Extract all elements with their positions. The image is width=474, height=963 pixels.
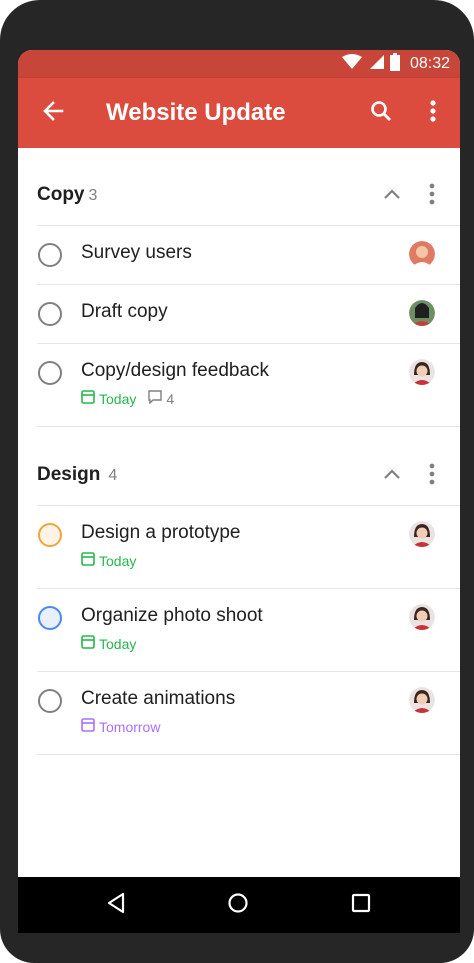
task-item[interactable]: Design a prototype Today xyxy=(18,506,460,588)
section-header-copy[interactable]: Copy 3 xyxy=(18,148,460,224)
task-item[interactable]: Draft copy xyxy=(18,285,460,343)
nav-home-icon xyxy=(227,892,249,919)
status-time: 08:32 xyxy=(409,55,450,72)
overflow-menu-button[interactable] xyxy=(416,96,450,130)
search-icon xyxy=(370,100,392,127)
section-name: Copy xyxy=(37,184,85,205)
status-bar: 08:32 xyxy=(18,50,460,78)
system-navigation-bar xyxy=(18,877,460,933)
avatar[interactable] xyxy=(409,521,435,547)
phone-screen: 08:32 Website Update Copy 3 Survey users… xyxy=(18,50,460,933)
task-meta: Tomorrow xyxy=(81,718,160,735)
task-checkbox[interactable] xyxy=(38,302,62,326)
task-name: Survey users xyxy=(81,242,192,263)
task-checkbox[interactable] xyxy=(38,606,62,630)
battery-icon xyxy=(389,52,400,76)
calendar-icon xyxy=(81,718,95,735)
section-title: Design 4 xyxy=(37,464,117,486)
more-vert-icon xyxy=(429,463,435,490)
wifi-icon xyxy=(341,53,362,75)
avatar[interactable] xyxy=(409,687,435,713)
app-bar: Website Update xyxy=(18,78,460,148)
due-date-label: Today xyxy=(99,635,137,652)
task-name: Create animations xyxy=(81,688,236,709)
more-vert-icon xyxy=(430,99,436,127)
back-button[interactable] xyxy=(36,96,70,130)
due-date-label: Today xyxy=(99,552,137,569)
section-count: 3 xyxy=(88,187,98,204)
section-header-design[interactable]: Design 4 xyxy=(18,428,460,504)
divider xyxy=(37,426,460,427)
due-date: Today xyxy=(81,390,136,407)
nav-recents-icon xyxy=(351,893,371,918)
nav-back-icon xyxy=(106,892,126,919)
collapse-section-button[interactable] xyxy=(378,464,406,488)
comment-count-label: 4 xyxy=(166,390,175,407)
task-list: Copy 3 Survey users Draft copy Copy/desi… xyxy=(18,148,460,880)
chevron-up-icon xyxy=(383,187,401,205)
task-name: Draft copy xyxy=(81,301,168,322)
task-meta: Today xyxy=(81,552,136,569)
collapse-section-button[interactable] xyxy=(378,184,406,208)
back-arrow-icon xyxy=(42,100,64,127)
section-menu-button[interactable] xyxy=(420,462,444,490)
search-button[interactable] xyxy=(364,96,398,130)
task-item[interactable]: Copy/design feedback Today 4 xyxy=(18,344,460,426)
task-meta: Today 4 xyxy=(81,390,174,407)
task-checkbox[interactable] xyxy=(38,689,62,713)
calendar-icon xyxy=(81,635,95,652)
nav-recents-button[interactable] xyxy=(347,891,375,919)
task-checkbox[interactable] xyxy=(38,361,62,385)
nav-back-button[interactable] xyxy=(102,891,130,919)
comment-count: 4 xyxy=(148,390,174,407)
task-checkbox[interactable] xyxy=(38,523,62,547)
due-date: Today xyxy=(81,552,136,569)
section-count: 4 xyxy=(108,467,118,484)
section-title: Copy 3 xyxy=(37,184,97,206)
due-date-label: Tomorrow xyxy=(99,718,161,735)
nav-home-button[interactable] xyxy=(224,891,252,919)
signal-icon xyxy=(368,54,384,75)
due-date-label: Today xyxy=(99,390,137,407)
task-item[interactable]: Survey users xyxy=(18,226,460,284)
more-vert-icon xyxy=(429,183,435,210)
due-date: Today xyxy=(81,635,136,652)
avatar[interactable] xyxy=(409,241,435,267)
calendar-icon xyxy=(81,390,95,407)
calendar-icon xyxy=(81,552,95,569)
status-icons: 08:32 xyxy=(341,50,450,78)
due-date: Tomorrow xyxy=(81,718,160,735)
task-name: Organize photo shoot xyxy=(81,605,263,626)
avatar[interactable] xyxy=(409,300,435,326)
divider xyxy=(37,754,460,755)
avatar[interactable] xyxy=(409,359,435,385)
task-name: Design a prototype xyxy=(81,522,241,543)
section-name: Design xyxy=(37,464,101,485)
task-name: Copy/design feedback xyxy=(81,360,270,381)
section-menu-button[interactable] xyxy=(420,182,444,210)
page-title: Website Update xyxy=(106,99,286,126)
task-item[interactable]: Create animations Tomorrow xyxy=(18,672,460,754)
task-meta: Today xyxy=(81,635,136,652)
chevron-up-icon xyxy=(383,467,401,485)
task-item[interactable]: Organize photo shoot Today xyxy=(18,589,460,671)
task-checkbox[interactable] xyxy=(38,243,62,267)
avatar[interactable] xyxy=(409,604,435,630)
phone-frame: 08:32 Website Update Copy 3 Survey users… xyxy=(0,0,474,963)
comment-icon xyxy=(148,390,163,407)
